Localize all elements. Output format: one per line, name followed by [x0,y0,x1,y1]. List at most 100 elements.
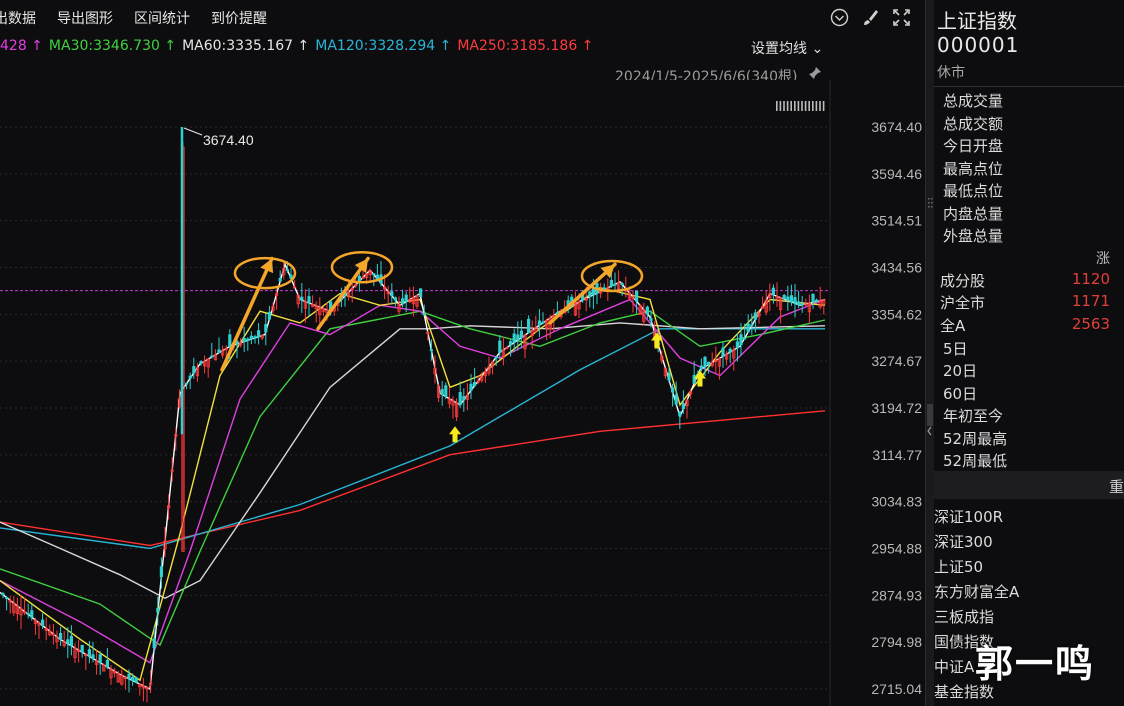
candle-body [797,301,801,306]
y-tick-label: 2715.04 [871,681,922,697]
index-item-eastmoney-all-a[interactable]: 东方财富全A [934,581,1019,602]
candle-body [278,277,282,282]
candle-body [635,290,639,302]
export-data-button[interactable]: 出数据 [0,8,36,28]
stat-low: 最低点位 [943,182,1004,200]
stat-outer-volume: 外盘总量 [943,227,1004,245]
candle-body [267,312,272,320]
index-item-csi-a[interactable]: 中证A [934,656,974,677]
index-item-szse300[interactable]: 深证300 [934,531,993,552]
candle-body [375,274,380,280]
toolbar-tick [776,101,778,111]
candle-body [307,296,311,304]
candle-body [469,383,473,391]
candle-body [512,333,516,343]
candle-body [256,330,261,338]
period-20d: 20日 [943,362,978,380]
candle-body [609,279,614,287]
candle-body [739,334,743,345]
candle-body [249,335,253,340]
candle-body [253,336,257,339]
period-52w-high: 52周最高 [943,430,1008,448]
toolbar-tick [822,101,825,111]
candle-body [667,372,671,381]
candle-body [753,312,758,320]
candle-body [159,566,163,578]
index-item-szse100r[interactable]: 深证100R [934,506,1003,527]
fullscreen-icon[interactable] [892,8,911,27]
brush-icon[interactable] [861,8,880,27]
candle-body [793,297,797,304]
candle-body [5,597,9,599]
index-code: 000001 [937,33,1020,57]
candle-body [393,297,398,301]
toolbar-tick [779,101,782,111]
y-tick-label: 3594.46 [871,166,922,182]
candle-body [188,375,192,379]
chart-toolbar: 出数据 导出图形 区间统计 到价提醒 [0,0,925,36]
candle-body [494,356,498,359]
candle-body [289,274,293,279]
y-tick-label: 3434.56 [871,260,922,276]
y-tick-label: 3034.83 [871,494,922,510]
toolbar-tick [801,101,803,111]
candle-body [782,294,786,300]
toolbar-tick [815,101,818,111]
candle-body [199,361,203,364]
candle-body [541,321,545,324]
candle-body [80,644,84,653]
candle-body [508,341,513,346]
index-title: 上证指数 [937,9,1017,33]
candle-body [472,382,477,387]
candle-body [26,613,30,615]
price-alert-button[interactable]: 到价提醒 [211,8,267,28]
candle-body [678,411,682,417]
toolbar-tick [804,101,807,111]
candle-body [707,361,711,366]
candle-body [527,318,531,334]
y-tick-label: 2794.98 [871,634,922,650]
candle-body [98,654,102,664]
candle-body [674,394,678,405]
candle-body [400,298,405,305]
kline-chart[interactable]: 3674.40 3594.46 3514.51 3434.56 3354.62 3274.… [0,80,925,706]
ma-legend-item: MA120:3328.294 ↑ [315,38,452,54]
candle-body [152,638,156,649]
candle-body [156,607,160,613]
candle-body [30,610,34,618]
candle-body [815,299,819,302]
index-item-sse50[interactable]: 上证50 [934,556,983,577]
chevron-circle-icon[interactable] [830,8,849,27]
section-band: 重 [934,471,1124,499]
breadth-label-sh-market: 沪全市 [940,294,986,312]
candle-body [418,288,423,297]
candle-body [462,396,466,401]
breadth-value-constituents: 1120 [1071,270,1110,288]
period-60d: 60日 [943,385,978,403]
band-label: 重 [1108,478,1124,496]
y-tick-label: 2874.93 [871,587,922,603]
candle-body [789,295,794,303]
candle-body [429,349,434,352]
market-status: 休市 [937,65,965,81]
candle-body [743,337,747,340]
quote-side-panel: 上证指数 000001 休市 总成交量 总成交额 今日开盘 最高点位 最低点位 … [934,0,1124,706]
candle-body [127,673,131,680]
candle-body [811,293,815,303]
candle-body [671,387,675,393]
candle-body [613,283,617,286]
candle-body [519,330,524,338]
index-item-neeq[interactable]: 三板成指 [934,606,994,627]
stat-total-amount: 总成交额 [943,115,1004,133]
range-stats-button[interactable]: 区间统计 [134,8,190,28]
y-tick-label: 2954.88 [871,541,922,557]
stat-inner-volume: 内盘总量 [943,205,1004,223]
panel-divider[interactable] [925,0,934,706]
ma-settings-button[interactable]: 设置均线 ⌄ [751,38,823,58]
export-chart-button[interactable]: 导出图形 [57,8,113,28]
candle-body [750,324,754,327]
candle-body [746,323,750,333]
y-tick-label: 3194.72 [871,400,922,416]
candle-body [390,291,394,297]
candle-body [246,338,250,341]
